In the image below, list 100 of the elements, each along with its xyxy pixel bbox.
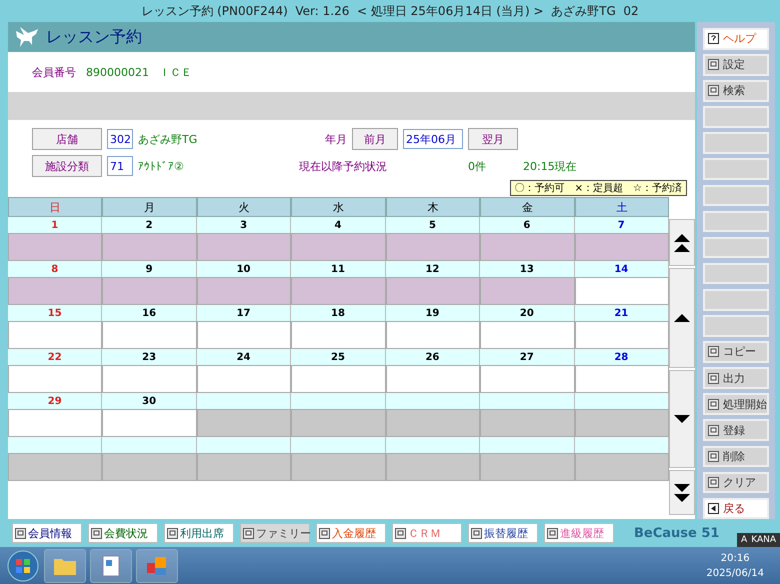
day-slot[interactable]: [386, 409, 480, 437]
day-slot[interactable]: [8, 233, 102, 261]
day-slot[interactable]: [480, 233, 575, 261]
weekday-header: 月: [102, 197, 197, 217]
day-slot[interactable]: [291, 365, 386, 393]
store-button[interactable]: 店舗: [32, 128, 102, 150]
date-cell: 20: [480, 305, 575, 321]
side-button[interactable]: 登録: [703, 419, 769, 441]
day-slot[interactable]: [196, 365, 292, 393]
day-slot[interactable]: [480, 365, 575, 393]
day-slot[interactable]: [386, 233, 480, 261]
blank-button[interactable]: [703, 132, 769, 154]
facility-code-field[interactable]: 71: [107, 156, 133, 176]
day-slot[interactable]: [291, 453, 386, 481]
day-slot[interactable]: [196, 453, 292, 481]
page-icon: [708, 59, 719, 70]
side-button[interactable]: 検索: [703, 80, 769, 102]
taskbar-button[interactable]: [136, 548, 178, 582]
nav-button[interactable]: 入金履歴: [316, 523, 386, 543]
side-button[interactable]: 出力: [703, 367, 769, 389]
day-slot[interactable]: [102, 321, 197, 349]
day-slot[interactable]: [196, 321, 292, 349]
side-button[interactable]: 戻る: [703, 498, 769, 520]
status-label: 現在以降予約状況: [299, 158, 387, 174]
blank-button[interactable]: [703, 262, 769, 284]
day-slot[interactable]: [386, 365, 480, 393]
date-cell: 1: [8, 217, 102, 233]
blank-button[interactable]: [703, 184, 769, 206]
blank-button[interactable]: [703, 288, 769, 311]
side-button[interactable]: 処理開始: [703, 393, 769, 415]
weekday-header: 木: [386, 197, 480, 217]
day-slot[interactable]: [386, 453, 480, 481]
nav-button[interactable]: 会費状況: [88, 523, 158, 543]
day-slot[interactable]: [8, 453, 102, 481]
day-slot[interactable]: [196, 277, 292, 305]
day-slot[interactable]: [386, 277, 480, 305]
nav-button[interactable]: 進級履歴: [544, 523, 614, 543]
page-icon: [708, 372, 719, 384]
side-button[interactable]: 設定: [703, 54, 769, 76]
day-slot[interactable]: [102, 365, 197, 393]
day-slot[interactable]: [291, 321, 386, 349]
store-code-field[interactable]: 302: [107, 129, 133, 149]
date-cell: 16: [102, 305, 197, 321]
day-slot[interactable]: [8, 277, 102, 305]
store-name: あざみ野TG: [138, 132, 198, 146]
prev-month-button[interactable]: 前月: [352, 128, 398, 150]
day-slot[interactable]: [196, 233, 292, 261]
day-slot[interactable]: [102, 453, 197, 481]
blank-button[interactable]: [703, 106, 769, 128]
date-cell: 5: [386, 217, 480, 233]
date-cell: 30: [102, 393, 197, 409]
day-slot[interactable]: [480, 409, 575, 437]
weekday-header: 水: [291, 197, 386, 217]
nav-button[interactable]: 会員情報: [12, 523, 82, 543]
day-slot[interactable]: [480, 453, 575, 481]
ime-mode: KANA: [751, 535, 776, 545]
side-button[interactable]: ヘルプ: [703, 28, 769, 50]
side-button[interactable]: クリア: [703, 472, 769, 494]
blank-button[interactable]: [703, 236, 769, 258]
blank-button[interactable]: [703, 158, 769, 180]
date-cell: 6: [480, 217, 575, 233]
day-slot[interactable]: [386, 321, 480, 349]
taskbar-button[interactable]: [44, 548, 86, 582]
page-icon: [708, 398, 719, 410]
month-field[interactable]: 25年06月: [403, 129, 463, 149]
day-slot[interactable]: [480, 277, 575, 305]
start-orb-icon[interactable]: [6, 548, 40, 582]
date-cell: 14: [574, 261, 669, 277]
blank-button[interactable]: [703, 210, 769, 232]
date-cell: 2: [102, 217, 197, 233]
day-slot[interactable]: [8, 365, 102, 393]
nav-button[interactable]: 振替履歴: [468, 523, 538, 543]
nav-button[interactable]: 利用出席: [164, 523, 234, 543]
day-slot[interactable]: [480, 321, 575, 349]
pegasus-icon: [14, 25, 40, 49]
status-count: 0件: [468, 158, 487, 174]
side-button[interactable]: 削除: [703, 446, 769, 468]
taskbar-button[interactable]: [90, 548, 132, 582]
scroll-bottom-button[interactable]: [669, 470, 695, 515]
day-slot[interactable]: [291, 409, 386, 437]
blank-button[interactable]: [703, 315, 769, 337]
day-slot[interactable]: [8, 321, 102, 349]
scroll-up-button[interactable]: [669, 268, 695, 368]
document-icon: [101, 554, 121, 576]
day-slot[interactable]: [8, 409, 102, 437]
day-slot[interactable]: [102, 233, 197, 261]
date-cell: 18: [291, 305, 386, 321]
day-slot[interactable]: [102, 277, 197, 305]
ime-letter: A: [741, 535, 748, 545]
side-button[interactable]: コピー: [703, 341, 769, 363]
day-slot[interactable]: [291, 277, 386, 305]
scroll-top-button[interactable]: [669, 219, 695, 266]
facility-button[interactable]: 施設分類: [32, 155, 102, 177]
scroll-down-button[interactable]: [669, 370, 695, 468]
double-up-icon: [673, 232, 691, 252]
day-slot[interactable]: [291, 233, 386, 261]
day-slot[interactable]: [196, 409, 292, 437]
day-slot[interactable]: [102, 409, 197, 437]
page-icon: [708, 85, 719, 96]
next-month-button[interactable]: 翌月: [468, 128, 518, 150]
